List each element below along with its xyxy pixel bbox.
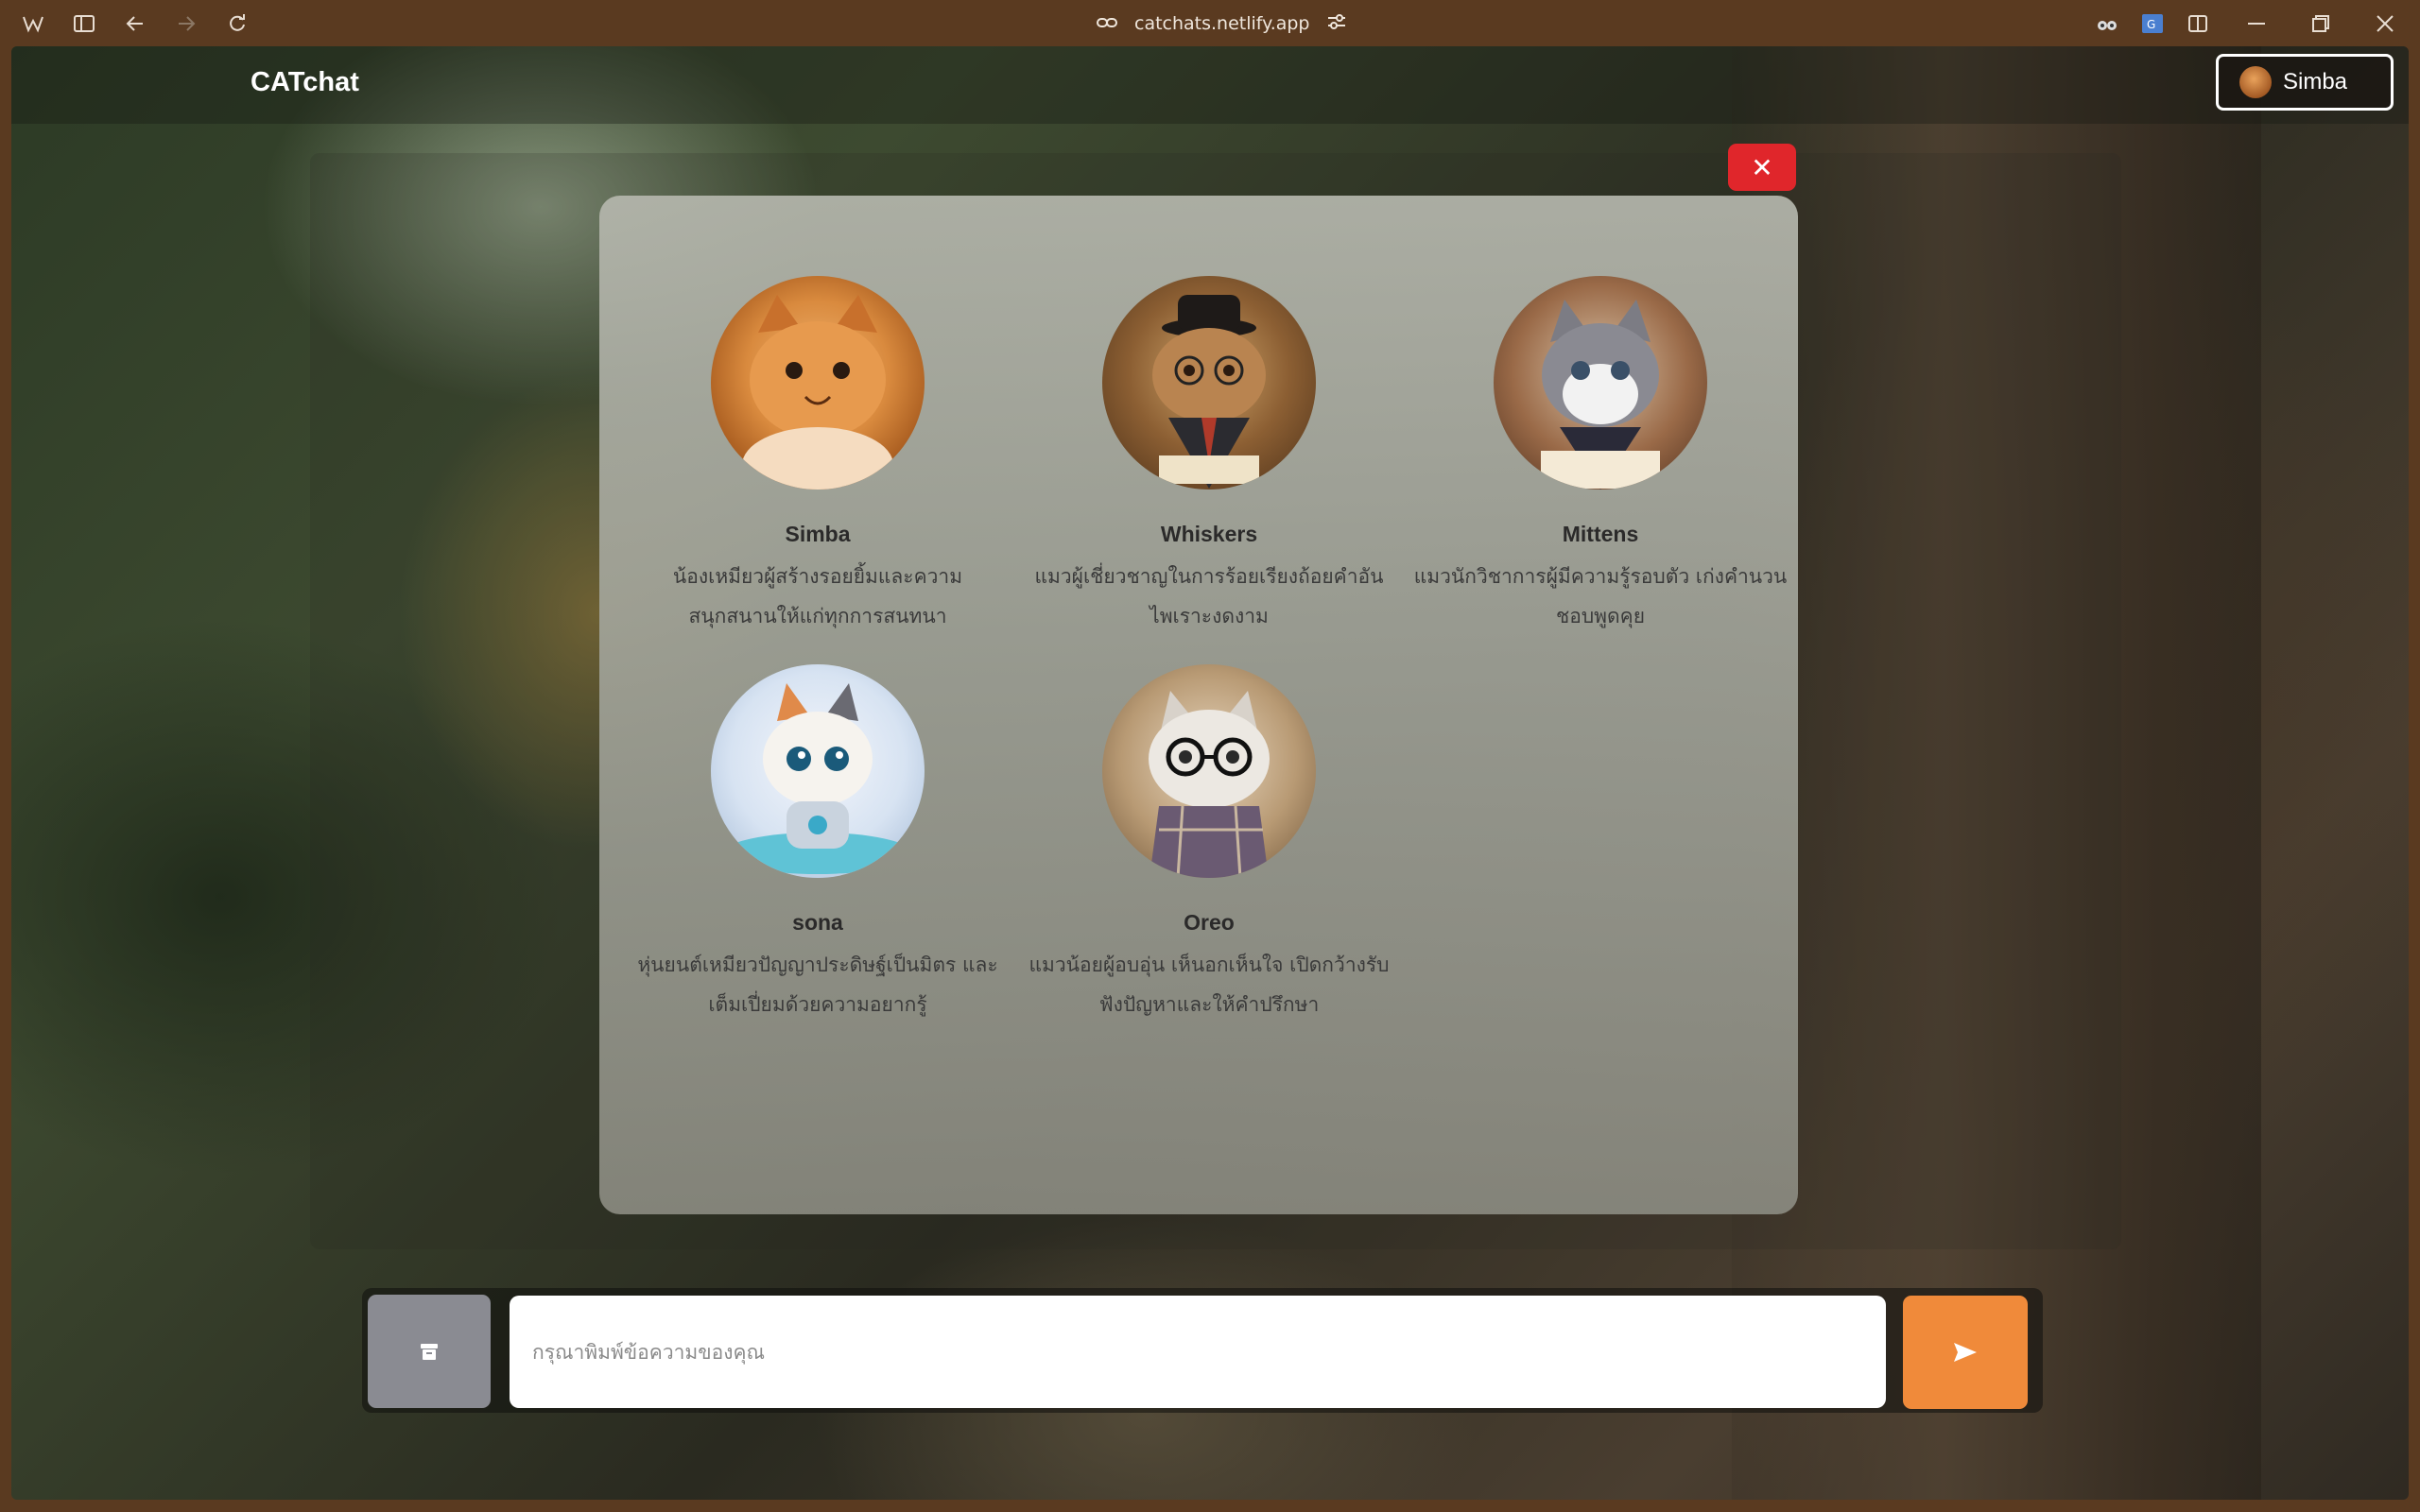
address-bar[interactable]: catchats.netlify.app: [1097, 9, 1345, 38]
cat-description: หุ่นยนต์เหมียวปัญญาประดิษฐ์เป็นมิตร และ …: [629, 945, 1007, 1024]
gentleman-cat-icon: [1152, 295, 1266, 489]
user-menu-button[interactable]: Simba: [2216, 54, 2394, 111]
cat-card-whiskers[interactable]: Whiskers แมวผู้เชี่ยวชาญในการร้อยเรียงถ้…: [1020, 276, 1398, 636]
cat-name: Simba: [785, 522, 851, 546]
forward-icon[interactable]: [172, 9, 200, 38]
avatar: [2239, 66, 2272, 98]
robot-cat-icon: [723, 683, 912, 874]
message-input[interactable]: [510, 1296, 1886, 1408]
extension-icon[interactable]: [2093, 9, 2121, 38]
cat-description: แมวน้อยผู้อบอุ่น เห็นอกเห็นใจ เปิดกว้างร…: [1020, 945, 1398, 1024]
top-navbar: CATchat Simba: [11, 46, 2409, 124]
cat-name: Oreo: [1184, 910, 1235, 935]
close-modal-button[interactable]: ✕: [1728, 144, 1796, 191]
cat-description-line: หุ่นยนต์เหมียวปัญญาประดิษฐ์เป็นมิตร และ: [637, 954, 998, 976]
restore-icon[interactable]: [2307, 9, 2335, 38]
cat-description-line: แมวผู้เชี่ยวชาญในการร้อยเรียงถ้อยคำอัน: [1034, 565, 1384, 588]
send-icon: [1954, 1343, 1977, 1362]
site-settings-icon[interactable]: [1327, 13, 1346, 34]
svg-text:G: G: [2147, 18, 2155, 31]
cat-name: Whiskers: [1160, 522, 1258, 546]
split-view-icon[interactable]: [2184, 9, 2212, 38]
cat-description-line: ไพเราะงดงาม: [1150, 605, 1269, 627]
orange-cat-icon: [742, 295, 893, 490]
browser-toolbar: catchats.netlify.app G: [0, 0, 2420, 46]
url-text: catchats.netlify.app: [1134, 13, 1310, 34]
cat-selection-modal: Simba น้องเหมียวผู้สร้างรอยยิ้มและความ ส…: [599, 196, 1798, 1214]
cat-name: sona: [792, 910, 843, 935]
cat-description-line: แมวนักวิชาการผู้มีความรู้รอบตัว เก่งคำนว…: [1413, 565, 1788, 588]
reload-icon[interactable]: [223, 9, 251, 38]
minimize-icon[interactable]: [2242, 9, 2271, 38]
archive-icon: [421, 1344, 438, 1360]
cat-card-oreo[interactable]: Oreo แมวน้อยผู้อบอุ่น เห็นอกเห็นใจ เปิดก…: [1020, 664, 1398, 1024]
cat-avatar-whiskers[interactable]: [1102, 276, 1316, 490]
brand-logo[interactable]: CATchat: [251, 67, 359, 98]
cat-description-line: แมวน้อยผู้อบอุ่น เห็นอกเห็นใจ เปิดกว้างร…: [1028, 954, 1390, 976]
cat-avatar-mittens[interactable]: [1494, 276, 1707, 490]
cat-description-line: น้องเหมียวผู้สร้างรอยยิ้มและความ: [672, 565, 963, 588]
cat-name: Mittens: [1562, 522, 1639, 546]
close-icon: ✕: [1751, 151, 1773, 183]
cat-description: น้องเหมียวผู้สร้างรอยยิ้มและความ สนุกสนา…: [629, 557, 1007, 636]
grey-white-cat-icon: [1541, 300, 1660, 490]
archive-button[interactable]: [368, 1295, 491, 1408]
cat-description-line: ชอบพูดคุย: [1555, 605, 1646, 627]
cat-card-sona[interactable]: sona หุ่นยนต์เหมียวปัญญาประดิษฐ์เป็นมิตร…: [629, 664, 1007, 1024]
cat-avatar-simba[interactable]: [711, 276, 925, 490]
user-name: Simba: [2283, 69, 2348, 94]
cat-card-simba[interactable]: Simba น้องเหมียวผู้สร้างรอยยิ้มและความ ส…: [629, 276, 1007, 636]
glasses-cat-icon: [1149, 691, 1270, 878]
translate-icon[interactable]: G: [2138, 9, 2167, 38]
cat-description: แมวผู้เชี่ยวชาญในการร้อยเรียงถ้อยคำอัน ไ…: [1020, 557, 1398, 636]
cat-description-line: ฟังปัญหาและให้คำปรึกษา: [1098, 993, 1320, 1016]
cat-avatar-oreo[interactable]: [1102, 664, 1316, 878]
cat-card-mittens[interactable]: Mittens แมวนักวิชาการผู้มีความรู้รอบตัว …: [1411, 276, 1789, 636]
sidebar-toggle-icon[interactable]: [70, 9, 98, 38]
cat-avatar-sona[interactable]: [711, 664, 925, 878]
close-window-icon[interactable]: [2371, 9, 2399, 38]
cat-description-line: เต็มเปี่ยมด้วยความอยากรู้: [708, 993, 927, 1016]
send-button[interactable]: [1903, 1296, 2028, 1409]
browser-logo-icon[interactable]: [19, 9, 47, 38]
cat-description-line: สนุกสนานให้แก่ทุกการสนทนา: [688, 605, 947, 627]
back-icon[interactable]: [121, 9, 149, 38]
cat-description: แมวนักวิชาการผู้มีความรู้รอบตัว เก่งคำนว…: [1411, 557, 1789, 636]
link-icon: [1097, 13, 1117, 34]
